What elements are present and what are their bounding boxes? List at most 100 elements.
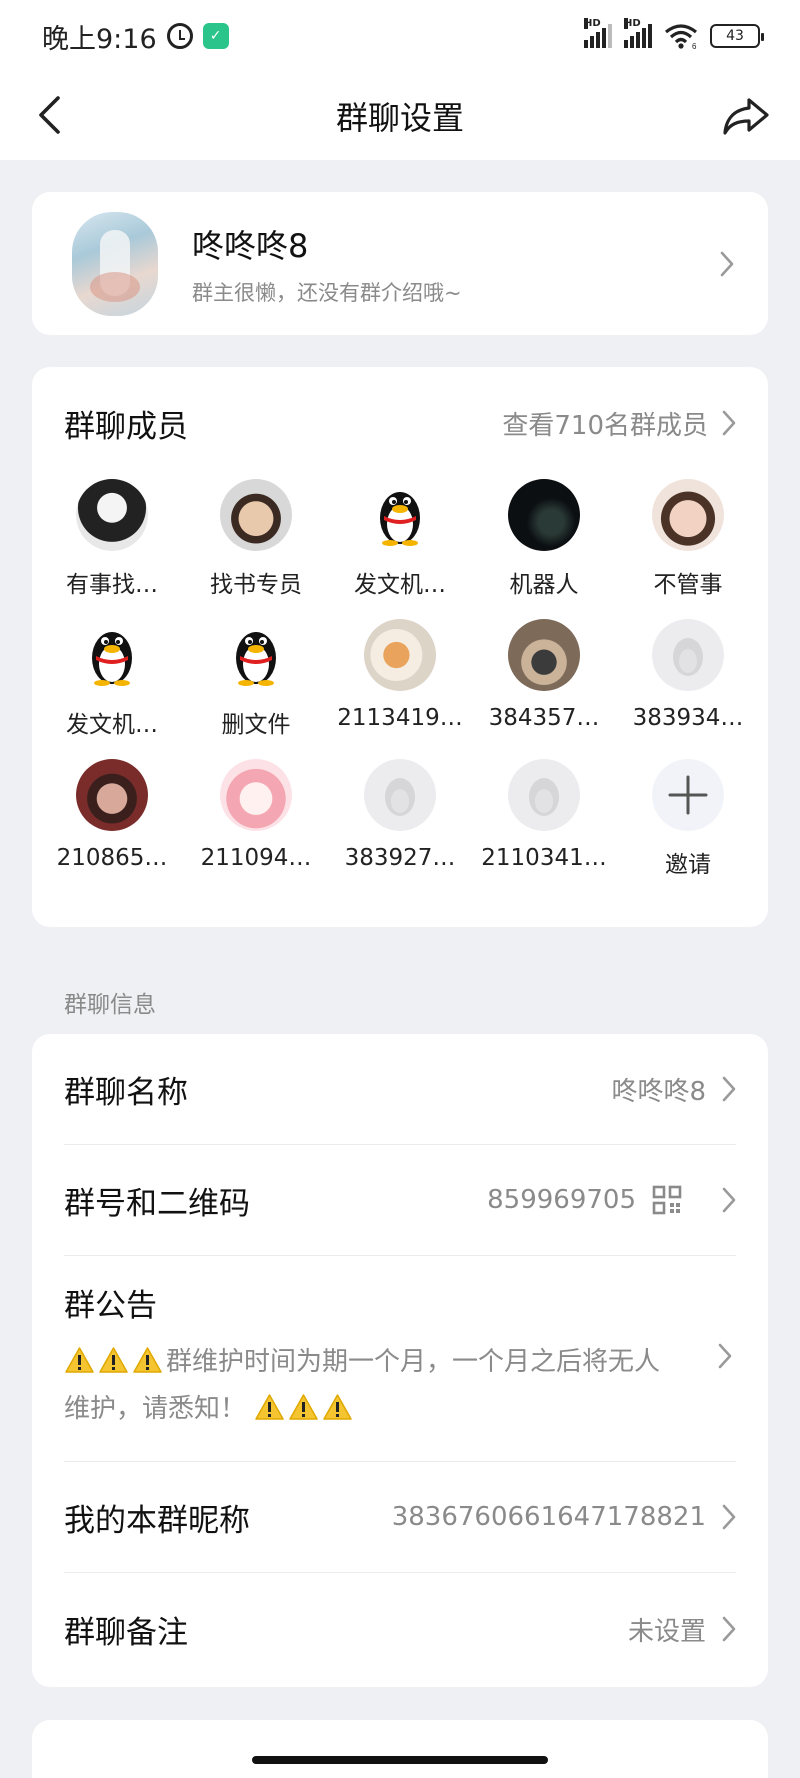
chevron-right-icon	[722, 1616, 736, 1642]
members-title: 群聊成员	[64, 408, 188, 445]
alarm-icon	[166, 23, 193, 49]
warning-icon	[99, 1347, 128, 1373]
member-avatar	[76, 759, 148, 831]
member-item[interactable]: 383934…	[616, 619, 760, 739]
member-name: 211094…	[200, 845, 312, 871]
group-remark-row[interactable]: 群聊备注 未设置	[64, 1573, 736, 1685]
status-bar: 晚上9:16 ✓ HD HD 6 43	[0, 0, 800, 72]
member-name: 不管事	[653, 572, 723, 598]
group-notice-row[interactable]: 群公告 群维护时间为期一个月，一个月之后将无人维护，请悉知！	[64, 1256, 736, 1462]
chevron-right-icon	[714, 1342, 736, 1370]
chevron-right-icon	[716, 250, 738, 278]
group-notice-label: 群公告	[64, 1288, 157, 1324]
member-item[interactable]: 384357…	[472, 619, 616, 739]
default-avatar-icon	[364, 759, 436, 831]
group-description: 群主很懒，还没有群介绍哦~	[192, 280, 462, 305]
member-item[interactable]: 383927…	[328, 759, 472, 879]
chevron-right-icon	[722, 1076, 736, 1102]
member-item[interactable]: 删文件	[184, 619, 328, 739]
view-all-members-label: 查看710名群成员	[502, 410, 708, 441]
home-indicator[interactable]	[252, 1756, 548, 1764]
member-avatar	[220, 479, 292, 551]
chevron-left-icon	[39, 96, 60, 134]
group-info-section-label: 群聊信息	[64, 992, 156, 1018]
member-item[interactable]: 211094…	[184, 759, 328, 879]
members-header: 群聊成员 查看710名群成员	[64, 367, 736, 479]
group-notice-body: 群公告 群维护时间为期一个月，一个月之后将无人维护，请悉知！	[64, 1280, 714, 1433]
group-avatar	[72, 211, 158, 316]
member-item[interactable]: 机器人	[472, 479, 616, 599]
warning-icon	[323, 1394, 353, 1420]
group-id-value-wrap: 859969705	[487, 1185, 736, 1215]
default-avatar-icon	[508, 759, 580, 831]
battery-icon: 43	[710, 24, 764, 48]
view-all-members-link[interactable]: 查看710名群成员	[502, 405, 736, 442]
status-left: 晚上9:16 ✓	[42, 17, 229, 56]
members-grid: 有事找… 找书专员 发文机… 机器人 不管事 发文机… 删文件 2113419……	[40, 479, 760, 879]
member-item[interactable]: 210865…	[40, 759, 184, 879]
my-group-nickname-row[interactable]: 我的本群昵称 3836760661647178821	[64, 1462, 736, 1573]
group-info-card: 群聊名称 咚咚咚8 群号和二维码 859969705 群公告 群维护时间为期一个…	[32, 1034, 768, 1687]
member-name: 发文机…	[354, 572, 446, 598]
member-name: 2110341…	[481, 845, 607, 871]
group-notice-text: 群维护时间为期一个月，一个月之后将无人维护，请悉知！	[64, 1339, 714, 1433]
my-group-nickname-value-wrap: 3836760661647178821	[392, 1502, 736, 1532]
wifi-icon: 6	[665, 24, 697, 49]
share-button[interactable]	[718, 88, 774, 144]
plus-icon	[652, 759, 724, 831]
default-avatar-icon	[652, 619, 724, 691]
member-name: 删文件	[221, 712, 291, 738]
group-id-qr-row[interactable]: 群号和二维码 859969705	[64, 1145, 736, 1256]
group-remark-label: 群聊备注	[64, 1614, 188, 1651]
security-app-icon: ✓	[202, 23, 229, 49]
member-name: 找书专员	[210, 572, 302, 598]
member-item[interactable]: 2113419…	[328, 619, 472, 739]
member-name: 210865…	[56, 845, 168, 871]
next-settings-card	[32, 1720, 768, 1778]
svg-text:6: 6	[692, 42, 697, 49]
member-avatar	[508, 479, 580, 551]
group-id-label: 群号和二维码	[64, 1185, 250, 1222]
warning-icon	[133, 1347, 162, 1373]
group-name: 咚咚咚8	[192, 226, 309, 265]
member-item[interactable]: 不管事	[616, 479, 760, 599]
member-name: 机器人	[509, 572, 579, 598]
warning-icon	[255, 1394, 285, 1420]
cell-signal-icon-2: HD	[624, 18, 652, 48]
chevron-right-icon	[722, 1504, 736, 1530]
cell-signal-icon: HD	[584, 18, 612, 48]
member-item[interactable]: 2110341…	[472, 759, 616, 879]
group-text: 咚咚咚8 群主很懒，还没有群介绍哦~	[192, 221, 716, 307]
member-name: 384357…	[488, 705, 600, 731]
nav-bar: 群聊设置	[0, 72, 800, 160]
member-name: 383934…	[632, 705, 744, 731]
group-id-value: 859969705	[487, 1185, 636, 1215]
warning-icon	[289, 1394, 319, 1420]
group-remark-value-wrap: 未设置	[628, 1611, 736, 1648]
member-avatar	[508, 619, 580, 691]
member-item[interactable]: 找书专员	[184, 479, 328, 599]
share-icon	[723, 98, 769, 135]
status-right: HD HD 6 43	[584, 18, 764, 49]
member-avatar	[364, 619, 436, 691]
members-card: 群聊成员 查看710名群成员 有事找… 找书专员 发文机… 机器人 不管事 发文…	[32, 367, 768, 927]
invite-label: 邀请	[665, 852, 711, 878]
member-name: 发文机…	[66, 712, 158, 738]
group-name-label: 群聊名称	[64, 1074, 188, 1111]
group-profile-card[interactable]: 咚咚咚8 群主很懒，还没有群介绍哦~	[32, 192, 768, 335]
member-avatar	[76, 479, 148, 551]
chevron-right-icon	[722, 1187, 736, 1213]
member-item[interactable]: 发文机…	[40, 619, 184, 739]
member-avatar	[220, 759, 292, 831]
back-button[interactable]	[24, 90, 74, 140]
member-item[interactable]: 有事找…	[40, 479, 184, 599]
group-remark-value: 未设置	[627, 1616, 706, 1647]
invite-button[interactable]: 邀请	[616, 759, 760, 879]
member-avatar	[652, 479, 724, 551]
qr-code-icon	[652, 1185, 682, 1215]
group-name-row[interactable]: 群聊名称 咚咚咚8	[64, 1034, 736, 1145]
warning-icon	[65, 1347, 94, 1373]
status-time: 晚上9:16	[42, 23, 157, 55]
group-name-value-wrap: 咚咚咚8	[611, 1071, 736, 1108]
member-item[interactable]: 发文机…	[328, 479, 472, 599]
